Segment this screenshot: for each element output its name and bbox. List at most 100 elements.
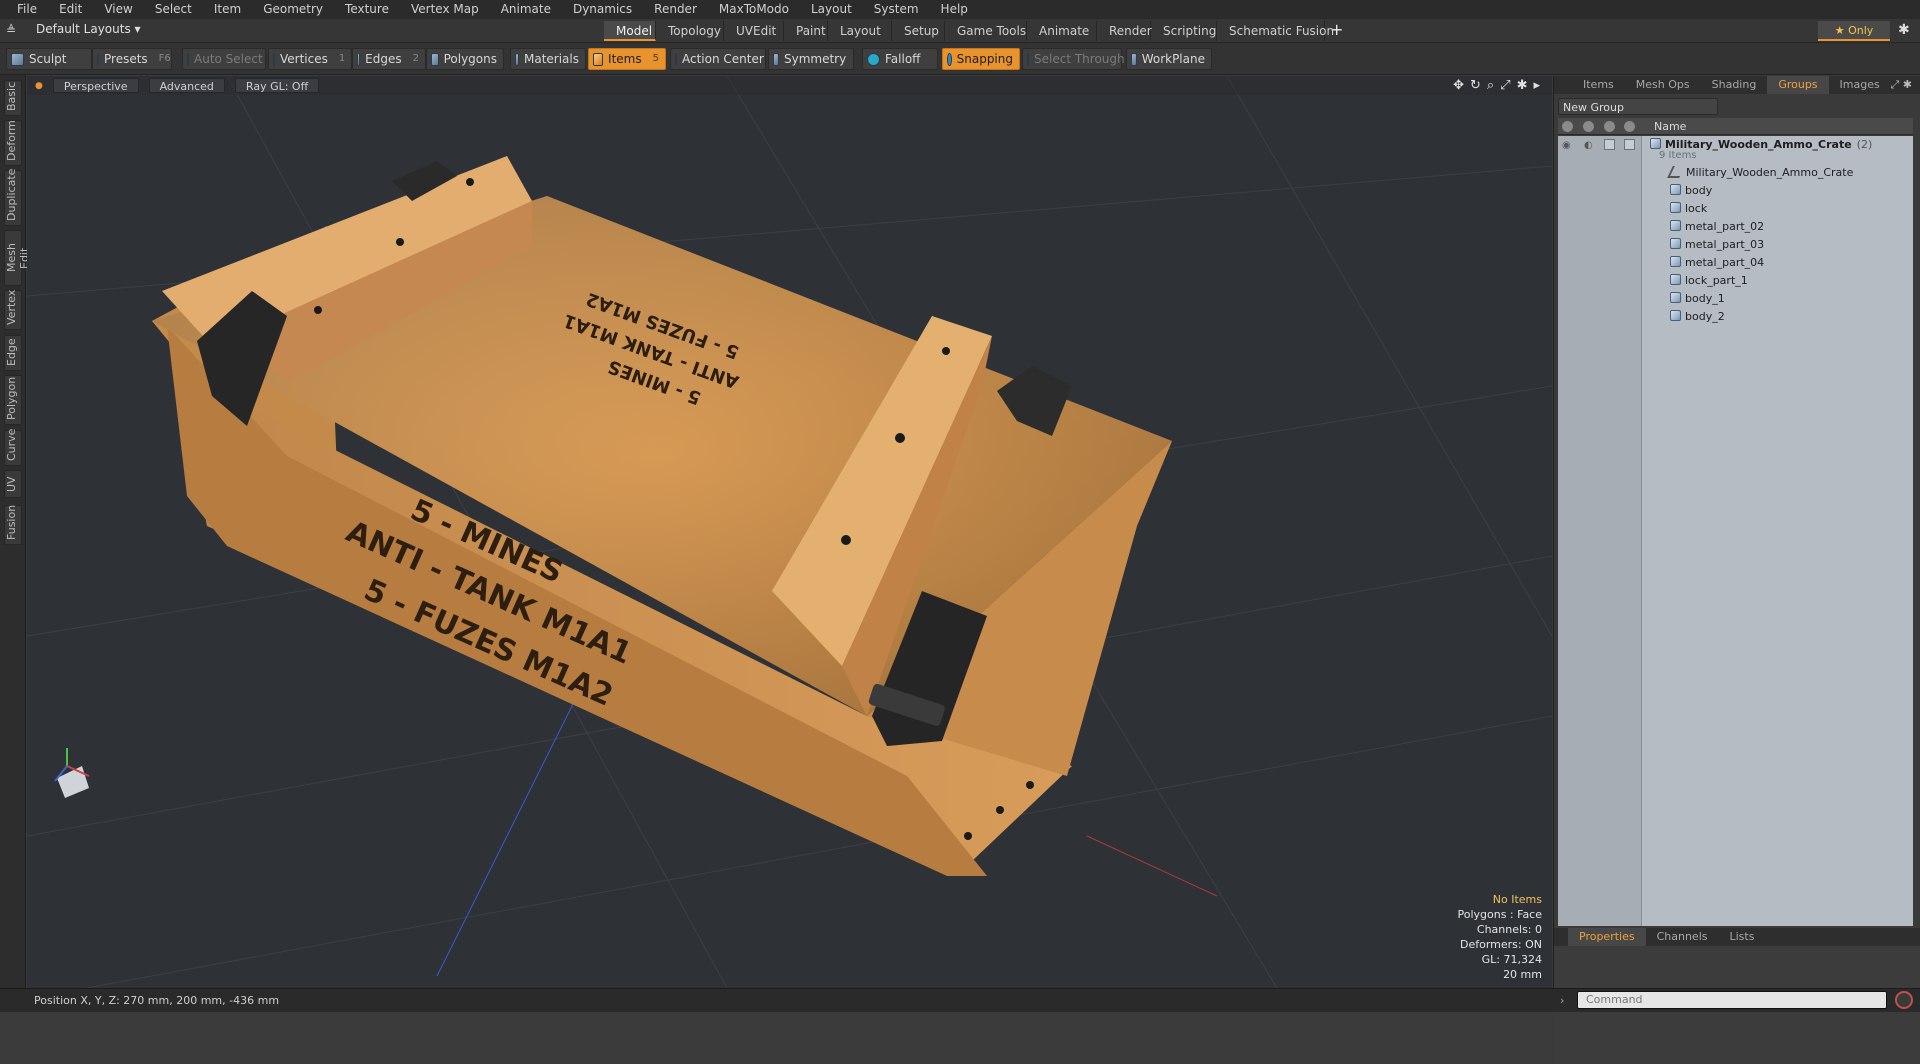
fit-icon[interactable]: ⤢ (1500, 78, 1510, 93)
layout-tab-schematic-fusion[interactable]: Schematic Fusion (1217, 21, 1334, 41)
left-tab-duplicate[interactable]: Duplicate (4, 169, 22, 226)
menu-item-dynamics[interactable]: Dynamics (562, 0, 643, 19)
group-row-military-wooden-ammo-crate[interactable]: Military_Wooden_Ammo_Crate (2) (1558, 136, 1913, 154)
panel-tab-items[interactable]: Items (1572, 76, 1625, 94)
menu-item-item[interactable]: Item (203, 0, 252, 19)
presets-button[interactable]: Presets F6 (92, 48, 172, 70)
expand-arrow-icon[interactable]: ▸ (1533, 78, 1540, 93)
left-tab-fusion[interactable]: Fusion (4, 505, 22, 545)
layout-tab-scripting[interactable]: Scripting (1151, 21, 1217, 41)
shading-advanced-button[interactable]: Advanced (148, 78, 225, 93)
layout-tab-setup[interactable]: Setup (892, 21, 945, 41)
vertices-button[interactable]: Vertices 1 (268, 48, 352, 70)
menu-item-edit[interactable]: Edit (48, 0, 93, 19)
auto-select-button[interactable]: Auto Select (182, 48, 266, 70)
raygl-button[interactable]: Ray GL: Off (234, 78, 320, 93)
tree-item-body-2[interactable]: body_2 (1558, 308, 1913, 326)
menu-item-texture[interactable]: Texture (334, 0, 400, 19)
tree-item-military-wooden-ammo-crate[interactable]: Military_Wooden_Ammo_Crate (1558, 164, 1913, 182)
prop-tab-properties[interactable]: Properties (1568, 928, 1646, 946)
layout-tab-paint[interactable]: Paint (784, 21, 828, 41)
rotate-icon[interactable]: ↻ (1470, 78, 1481, 93)
left-tab-polygon[interactable]: Polygon (4, 375, 22, 425)
workplane-button[interactable]: WorkPlane (1126, 48, 1212, 70)
menu-item-layout[interactable]: Layout (800, 0, 863, 19)
edges-button[interactable]: Edges 2 (352, 48, 426, 70)
menu-item-render[interactable]: Render (643, 0, 708, 19)
tree-item-metal-part-02-label: metal_part_02 (1685, 220, 1765, 233)
edges-key: 2 (412, 53, 419, 64)
left-tab-vertex[interactable]: Vertex (4, 290, 22, 330)
view-perspective-button[interactable]: Perspective (52, 78, 139, 93)
viewport-options-icon[interactable]: ✱ (1517, 78, 1528, 93)
panel-tab-shading[interactable]: Shading (1701, 76, 1768, 94)
select-header-icon[interactable] (1624, 121, 1635, 132)
layout-tab-layout[interactable]: Layout (828, 21, 892, 41)
panel-expand-icon[interactable]: ⤢ ✱ (1890, 78, 1912, 92)
tree-item-metal-part-03[interactable]: metal_part_03 (1558, 236, 1913, 254)
new-group-button[interactable]: New Group (1558, 98, 1718, 115)
prop-tab-channels[interactable]: Channels (1646, 928, 1719, 946)
layout-tab-model[interactable]: Model (604, 21, 656, 41)
panel-tab-mesh-ops[interactable]: Mesh Ops (1625, 76, 1701, 94)
snapping-button[interactable]: Snapping (942, 48, 1020, 70)
menu-item-geometry[interactable]: Geometry (252, 0, 334, 19)
collapse-arrow-icon[interactable]: ≜ (6, 23, 22, 39)
falloff-button[interactable]: Falloff (862, 48, 938, 70)
tree-item-lock-part-1[interactable]: lock_part_1 (1558, 272, 1913, 290)
materials-button[interactable]: Materials (510, 48, 586, 70)
sculpt-button[interactable]: Sculpt (6, 48, 92, 70)
left-tab-uv[interactable]: UV (4, 470, 22, 498)
command-input[interactable]: Command (1577, 991, 1887, 1009)
action-center-button[interactable]: Action Center (670, 48, 766, 70)
visibility-header-icon[interactable] (1562, 121, 1573, 132)
record-macro-icon[interactable] (1895, 991, 1913, 1009)
tree-item-body[interactable]: body (1558, 182, 1913, 200)
panel-tab-images[interactable]: Images (1829, 76, 1891, 94)
tree-item-lock[interactable]: lock (1558, 200, 1913, 218)
left-tab-edge[interactable]: Edge (4, 335, 22, 371)
only-toggle[interactable]: ★ Only (1818, 21, 1890, 41)
select-through-button[interactable]: Select Through (1022, 48, 1125, 70)
tree-item-body-1[interactable]: body_1 (1558, 290, 1913, 308)
menu-item-select[interactable]: Select (144, 0, 203, 19)
layout-tab-animate[interactable]: Animate (1027, 21, 1097, 41)
zoom-icon[interactable]: ⌕ (1487, 78, 1494, 93)
gear-icon[interactable]: ✱ (1898, 22, 1910, 38)
menu-item-help[interactable]: Help (930, 0, 979, 19)
menu-item-system[interactable]: System (863, 0, 930, 19)
symmetry-button[interactable]: Symmetry (768, 48, 854, 70)
left-tool-tabs: Basic Deform Duplicate Mesh Edit Vertex Edge P… (0, 75, 31, 988)
items-button[interactable]: Items 5 (588, 48, 666, 70)
layout-tab-render[interactable]: Render (1097, 21, 1152, 41)
prop-tab-lists[interactable]: Lists (1719, 928, 1766, 946)
menu-item-vertex-map[interactable]: Vertex Map (400, 0, 490, 19)
left-tab-basic[interactable]: Basic (4, 80, 22, 116)
sculpt-label: Sculpt (29, 52, 67, 66)
edges-icon (357, 52, 361, 66)
panel-tab-groups[interactable]: Groups (1767, 76, 1829, 94)
render-header-icon[interactable] (1583, 121, 1594, 132)
menu-item-file[interactable]: File (6, 0, 48, 19)
tree-item-body-2-label: body_2 (1685, 310, 1725, 323)
menu-item-maxtomodo[interactable]: MaxToModo (708, 0, 800, 19)
layout-tab-game-tools[interactable]: Game Tools (945, 21, 1027, 41)
polygons-icon (431, 52, 439, 66)
tree-item-lock-part-1-content: lock_part_1 (1670, 272, 1748, 290)
pan-icon[interactable]: ✥ (1453, 78, 1464, 93)
tree-item-metal-part-02[interactable]: metal_part_02 (1558, 218, 1913, 236)
layout-tab-uvedit[interactable]: UVEdit (724, 21, 784, 41)
menu-item-animate[interactable]: Animate (490, 0, 562, 19)
tree-item-body-1-label: body_1 (1685, 292, 1725, 305)
left-tab-curve[interactable]: Curve (4, 429, 22, 466)
3d-viewport[interactable]: 5 - MINES ANTI - TANK M1A1 5 - FUZES M1A… (27, 76, 1552, 988)
lock-header-icon[interactable] (1604, 121, 1615, 132)
layout-tab-topology[interactable]: Topology (656, 21, 724, 41)
left-tab-mesh-edit[interactable]: Mesh Edit (4, 230, 31, 286)
left-tab-deform[interactable]: Deform (4, 120, 22, 166)
menu-item-view[interactable]: View (93, 0, 143, 19)
hud-deformers: Deformers: ON (1460, 938, 1542, 951)
layout-selector[interactable]: Default Layouts ▾ (36, 22, 141, 36)
tree-item-metal-part-04[interactable]: metal_part_04 (1558, 254, 1913, 272)
polygons-button[interactable]: Polygons (426, 48, 504, 70)
